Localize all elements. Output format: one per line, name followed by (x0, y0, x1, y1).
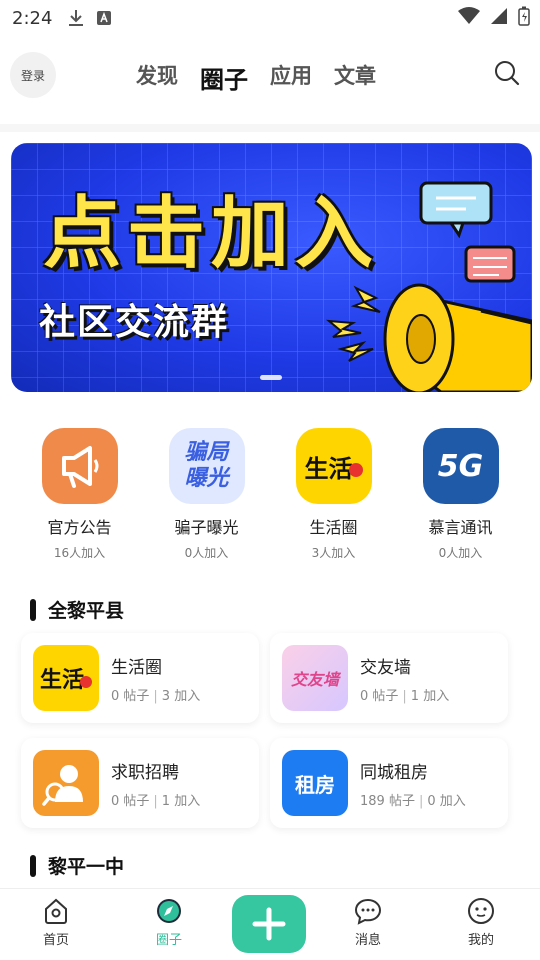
group-card-rental[interactable]: 租房 同城租房 189 帖子 | 0 加入 (270, 738, 508, 828)
megaphone-icon (41, 428, 118, 504)
search-icon[interactable] (494, 60, 520, 90)
chat-icon (354, 898, 382, 925)
section-title-text: 黎平一中 (48, 856, 125, 878)
nav-messages[interactable]: 消息 (328, 897, 408, 948)
circle-life[interactable]: 生活 生活圈 3人加入 (270, 428, 397, 561)
plus-icon (252, 907, 286, 941)
bottom-nav: 首页 圈子 消息 我的 (0, 888, 540, 960)
stats-separator: | (153, 689, 158, 704)
circle-count: 0人加入 (438, 546, 483, 560)
featured-circles: 官方公告 16人加入 骗局曝光 骗子曝光 0人加入 生活 生活圈 3人加入 5G… (0, 428, 540, 561)
group-posts: 189 帖子 (360, 794, 415, 809)
group-joined: 1 加入 (410, 689, 450, 704)
tab-discover[interactable]: 发现 (136, 60, 178, 95)
group-name: 求职招聘 (111, 763, 179, 783)
group-card-friend-wall[interactable]: 交友墙 交友墙 0 帖子 | 1 加入 (270, 633, 508, 723)
megaphone-icon (325, 181, 532, 392)
circle-name: 官方公告 (47, 518, 112, 537)
friend-wall-icon: 交友墙 (282, 645, 348, 711)
life-icon: 生活 (295, 428, 372, 504)
icon-text: 交友墙 (290, 670, 339, 689)
rent-icon: 租房 (282, 750, 348, 816)
home-icon (45, 898, 67, 924)
nav-home[interactable]: 首页 (16, 897, 96, 948)
section-title: 黎平一中 (30, 852, 124, 879)
section-title-text: 全黎平县 (48, 600, 125, 622)
icon-text: 骗局曝光 (184, 440, 229, 491)
life-icon: 生活 (33, 645, 99, 711)
icon-text: 生活 (39, 668, 84, 693)
group-joined: 1 加入 (161, 794, 201, 809)
group-joined: 3 加入 (161, 689, 201, 704)
stats-separator: | (402, 689, 407, 704)
tab-articles[interactable]: 文章 (334, 60, 376, 95)
stats-separator: | (153, 794, 158, 809)
section-bar (30, 854, 36, 877)
group-stats: 0 帖子 | 1 加入 (360, 685, 449, 704)
top-nav: 登录 发现 圈子 应用 文章 (0, 48, 540, 104)
icon-text: 租房 (295, 772, 335, 797)
group-card-life[interactable]: 生活 生活圈 0 帖子 | 3 加入 (21, 633, 259, 723)
icon-text: 生活 (304, 454, 353, 483)
nav-profile[interactable]: 我的 (441, 897, 521, 948)
nav-label: 消息 (354, 933, 381, 948)
group-stats: 0 帖子 | 3 加入 (111, 685, 200, 704)
scam-exposure-icon: 骗局曝光 (168, 428, 245, 504)
status-time: 2:24 (12, 7, 53, 29)
divider (0, 124, 540, 132)
red-dot-icon (80, 676, 92, 688)
circle-name: 生活圈 (309, 518, 358, 537)
group-posts: 0 帖子 (111, 689, 150, 704)
nav-label: 我的 (467, 933, 494, 948)
tab-circles[interactable]: 圈子 (200, 60, 248, 95)
group-name: 生活圈 (111, 658, 162, 678)
group-name: 交友墙 (360, 658, 411, 678)
wifi-icon (458, 7, 480, 29)
banner[interactable]: 点击加入 社区交流群 (11, 143, 532, 392)
group-stats: 0 帖子 | 1 加入 (111, 790, 200, 809)
5g-icon: 5G (422, 428, 499, 504)
top-tabs: 发现 圈子 应用 文章 (136, 60, 376, 95)
circle-count: 3人加入 (311, 546, 356, 560)
group-name: 同城租房 (360, 763, 428, 783)
add-post-button[interactable] (232, 895, 306, 953)
compass-icon (157, 899, 181, 923)
group-card-jobs[interactable]: 求职招聘 0 帖子 | 1 加入 (21, 738, 259, 828)
login-button[interactable]: 登录 (10, 52, 56, 98)
icon-text: 5G (437, 448, 484, 484)
section-title: 全黎平县 (30, 596, 124, 623)
nav-label: 圈子 (155, 933, 182, 948)
group-posts: 0 帖子 (111, 794, 150, 809)
red-dot-icon (348, 463, 363, 477)
battery-icon (518, 6, 530, 30)
profile-face-icon (468, 898, 494, 924)
circle-name: 慕言通讯 (428, 518, 493, 537)
section-bar (30, 598, 36, 621)
download-icon (68, 9, 84, 27)
stats-separator: | (418, 794, 424, 809)
nav-circles[interactable]: 圈子 (129, 897, 209, 948)
nav-label: 首页 (42, 933, 69, 948)
circle-count: 16人加入 (53, 546, 106, 560)
circle-count: 0人加入 (184, 546, 229, 560)
group-joined: 0 加入 (427, 794, 466, 809)
group-posts: 0 帖子 (360, 689, 399, 704)
signal-icon (490, 7, 508, 29)
tab-apps[interactable]: 应用 (270, 60, 312, 95)
circle-official-announcement[interactable]: 官方公告 16人加入 (16, 428, 143, 561)
font-icon (96, 10, 112, 26)
group-stats: 189 帖子 | 0 加入 (360, 790, 466, 809)
circle-name: 骗子曝光 (174, 518, 239, 537)
circle-scam-exposure[interactable]: 骗局曝光 骗子曝光 0人加入 (143, 428, 270, 561)
banner-page-indicator (260, 375, 282, 380)
status-bar: 2:24 (0, 0, 540, 36)
circle-muyan-telecom[interactable]: 5G 慕言通讯 0人加入 (397, 428, 524, 561)
job-search-icon (33, 750, 99, 816)
